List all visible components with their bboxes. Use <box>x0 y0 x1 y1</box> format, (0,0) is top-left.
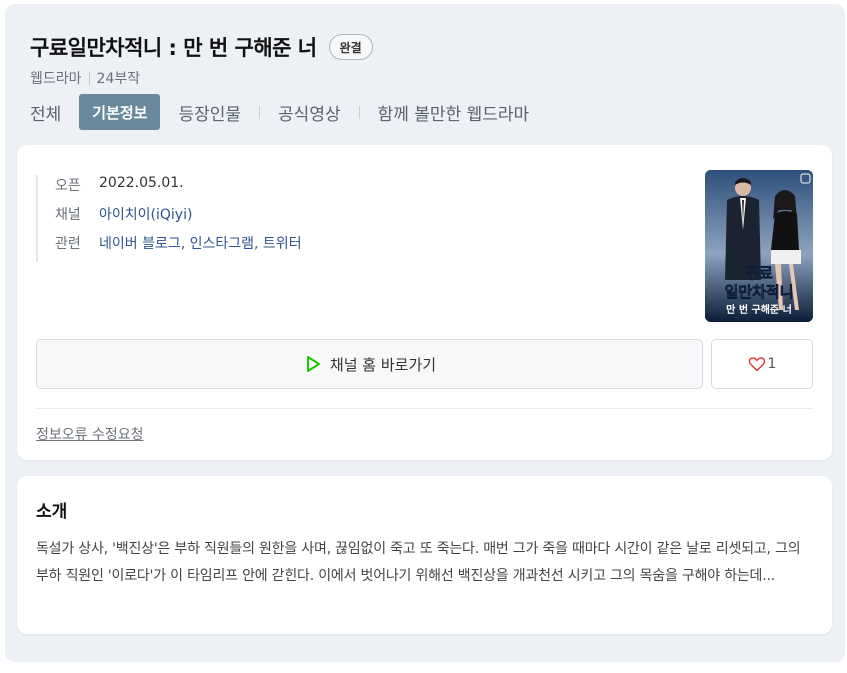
tab-official-videos[interactable]: 공식영상 <box>278 94 341 130</box>
tab-all[interactable]: 전체 <box>30 94 61 130</box>
like-count: 1 <box>767 356 777 372</box>
info-row-open: 오픈 2022.05.01. <box>55 175 302 204</box>
genre-text: 웹드라마 <box>30 71 82 87</box>
meta-divider <box>88 71 90 85</box>
title-row: 구료일만차적니 : 만 번 구해준 너 완결 <box>30 32 373 62</box>
report-error-link[interactable]: 정보오류 수정요청 <box>36 424 144 444</box>
episode-count: 24부작 <box>96 71 141 87</box>
intro-text: 독설가 상사, '백진상'은 부하 직원들의 원한을 사며, 끊임없이 죽고 또… <box>36 541 801 584</box>
info-list: 오픈 2022.05.01. 채널 아이치이(iQiyi) 관련 네이버 블로그… <box>36 175 302 262</box>
open-date: 2022.05.01. <box>99 175 184 191</box>
heart-icon <box>748 357 765 372</box>
info-row-related: 관련 네이버 블로그, 인스타그램, 트위터 <box>55 233 302 262</box>
play-icon <box>306 356 320 372</box>
section-divider <box>36 408 813 409</box>
tab-characters[interactable]: 등장인물 <box>178 94 241 130</box>
tab-divider <box>358 105 360 119</box>
poster-title-line3: 만 번 구해준 너 <box>726 303 792 316</box>
poster-title-line2: 일만차적니 <box>724 283 793 301</box>
like-button[interactable]: 1 <box>711 339 813 389</box>
related-links[interactable]: 네이버 블로그, 인스타그램, 트위터 <box>99 233 302 253</box>
channel-home-label: 채널 홈 바로가기 <box>329 355 437 374</box>
channel-label: 채널 <box>55 207 81 223</box>
info-row-channel: 채널 아이치이(iQiyi) <box>55 204 302 233</box>
tab-divider <box>259 105 261 119</box>
poster-title-line1: 구료 <box>745 264 773 282</box>
open-label: 오픈 <box>55 178 81 194</box>
channel-home-button[interactable]: 채널 홈 바로가기 <box>36 339 703 389</box>
page-title: 구료일만차적니 : 만 번 구해준 너 <box>30 36 317 60</box>
related-label: 관련 <box>55 236 81 252</box>
channel-link[interactable]: 아이치이(iQiyi) <box>99 204 192 224</box>
poster-image[interactable]: 구료 일만차적니 만 번 구해준 너 <box>705 170 813 322</box>
tab-bar: 전체 기본정보 등장인물 공식영상 함께 볼만한 웹드라마 <box>30 94 529 130</box>
meta-row: 웹드라마 24부작 <box>30 68 140 88</box>
basic-info-card: 오픈 2022.05.01. 채널 아이치이(iQiyi) 관련 네이버 블로그… <box>17 145 832 460</box>
tab-related-dramas[interactable]: 함께 볼만한 웹드라마 <box>378 94 530 130</box>
tab-basic-info[interactable]: 기본정보 <box>79 94 161 130</box>
intro-card: 소개 독설가 상사, '백진상'은 부하 직원들의 원한을 사며, 끊임없이 죽… <box>17 476 832 634</box>
status-badge: 완결 <box>328 34 373 60</box>
intro-title: 소개 <box>36 502 68 522</box>
